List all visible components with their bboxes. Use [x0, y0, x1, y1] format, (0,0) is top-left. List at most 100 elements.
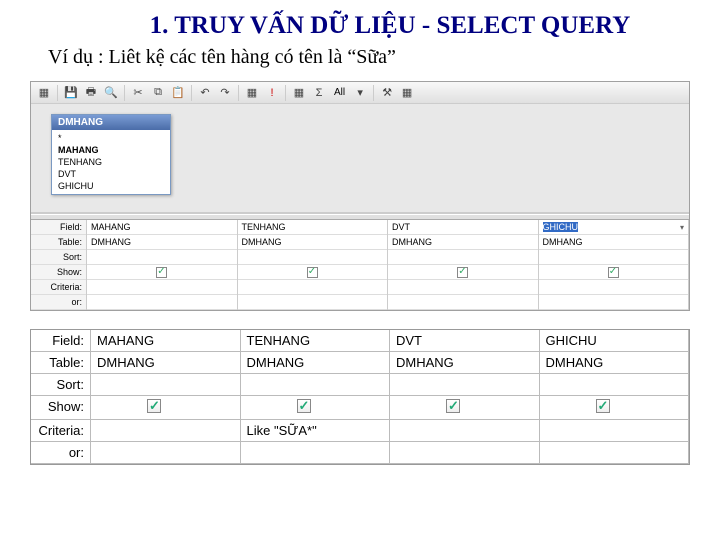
cell-table[interactable]: DMHANG [87, 235, 237, 250]
field-star[interactable]: * [52, 132, 170, 144]
cell-or[interactable] [238, 295, 388, 310]
slide-title: 1. TRUY VẤN DỮ LIỆU - SELECT QUERY [0, 0, 720, 44]
cell-field[interactable]: GHICHU▾ [539, 220, 689, 235]
cell-or[interactable] [87, 295, 237, 310]
big-cell-or-1[interactable] [241, 442, 391, 464]
cell-table[interactable]: DMHANG [539, 235, 689, 250]
dbwindow-icon[interactable]: ▦ [398, 84, 416, 102]
big-cell-field-1[interactable]: TENHANG [241, 330, 391, 352]
big-cell-or-0[interactable] [91, 442, 241, 464]
show-checkbox[interactable] [608, 267, 619, 278]
copy-icon[interactable]: ⧉ [149, 84, 167, 102]
cell-show[interactable] [238, 265, 388, 280]
show-checkbox[interactable] [297, 399, 311, 413]
big-cell-criteria-2[interactable] [390, 420, 540, 442]
totals-icon[interactable]: Σ [310, 84, 328, 102]
cell-show[interactable] [539, 265, 689, 280]
cut-icon[interactable]: ✂ [129, 84, 147, 102]
cell-criteria[interactable] [539, 280, 689, 295]
big-cell-criteria-3[interactable] [540, 420, 690, 442]
undo-icon[interactable]: ↶ [196, 84, 214, 102]
scope-dropdown[interactable]: All [330, 87, 349, 98]
print-icon[interactable]: 🖶 [82, 84, 100, 102]
show-checkbox[interactable] [596, 399, 610, 413]
cell-criteria[interactable] [238, 280, 388, 295]
cell-sort[interactable] [238, 250, 388, 265]
big-grid-row-or: or: [31, 442, 689, 464]
run-icon[interactable]: ! [263, 84, 281, 102]
cell-field[interactable]: DVT [388, 220, 538, 235]
big-cell-table-0[interactable]: DMHANG [91, 352, 241, 374]
show-checkbox[interactable] [457, 267, 468, 278]
label-field: Field: [31, 220, 86, 235]
table-fields-list[interactable]: * MAHANG TENHANG DVT GHICHU [52, 130, 170, 194]
big-cell-table-2[interactable]: DMHANG [390, 352, 540, 374]
big-cell-criteria-0[interactable] [91, 420, 241, 442]
showtable-icon[interactable]: ▦ [290, 84, 308, 102]
grid-col-2[interactable]: DVTDMHANG [388, 220, 539, 310]
big-cell-sort-0[interactable] [91, 374, 241, 396]
paste-icon[interactable]: 📋 [169, 84, 187, 102]
cell-criteria[interactable] [388, 280, 538, 295]
big-cell-show-3[interactable] [540, 396, 690, 420]
big-label-field: Field: [31, 330, 91, 352]
field-ghichu[interactable]: GHICHU [52, 180, 170, 192]
big-label-sort: Sort: [31, 374, 91, 396]
big-label-show: Show: [31, 396, 91, 420]
cell-sort[interactable] [388, 250, 538, 265]
big-cell-table-3[interactable]: DMHANG [540, 352, 690, 374]
cell-show[interactable] [388, 265, 538, 280]
show-checkbox[interactable] [446, 399, 460, 413]
big-cell-sort-3[interactable] [540, 374, 690, 396]
big-cell-or-2[interactable] [390, 442, 540, 464]
save-icon[interactable]: 💾 [62, 84, 80, 102]
tables-pane[interactable]: DMHANG * MAHANG TENHANG DVT GHICHU [31, 104, 689, 214]
show-checkbox[interactable] [147, 399, 161, 413]
querytype-icon[interactable]: ▦ [243, 84, 261, 102]
view-button[interactable]: ▦ [35, 84, 53, 102]
grid-col-3[interactable]: GHICHU▾DMHANG [539, 220, 690, 310]
show-checkbox[interactable] [307, 267, 318, 278]
big-cell-show-2[interactable] [390, 396, 540, 420]
big-label-criteria: Criteria: [31, 420, 91, 442]
big-cell-criteria-1[interactable]: Like "SỮA*" [241, 420, 391, 442]
label-or: or: [31, 295, 86, 310]
preview-icon[interactable]: 🔍 [102, 84, 120, 102]
cell-field[interactable]: MAHANG [87, 220, 237, 235]
cell-criteria[interactable] [87, 280, 237, 295]
field-mahang[interactable]: MAHANG [52, 144, 170, 156]
cell-sort[interactable] [539, 250, 689, 265]
big-cell-or-3[interactable] [540, 442, 690, 464]
cell-show[interactable] [87, 265, 237, 280]
label-table: Table: [31, 235, 86, 250]
qbe-grid-large: Field:MAHANGTENHANGDVTGHICHUTable:DMHANG… [30, 329, 690, 465]
big-cell-show-0[interactable] [91, 396, 241, 420]
big-cell-table-1[interactable]: DMHANG [241, 352, 391, 374]
grid-col-0[interactable]: MAHANGDMHANG [87, 220, 238, 310]
cell-or[interactable] [539, 295, 689, 310]
qbe-grid-small: Field: Table: Sort: Show: Criteria: or: … [31, 220, 689, 310]
grid-col-1[interactable]: TENHANGDMHANG [238, 220, 389, 310]
cell-table[interactable]: DMHANG [238, 235, 388, 250]
cell-field[interactable]: TENHANG [238, 220, 388, 235]
cell-sort[interactable] [87, 250, 237, 265]
cell-table[interactable]: DMHANG [388, 235, 538, 250]
table-title: DMHANG [52, 115, 170, 130]
field-dvt[interactable]: DVT [52, 168, 170, 180]
dropdown-arrow-icon[interactable]: ▾ [351, 84, 369, 102]
big-cell-field-3[interactable]: GHICHU [540, 330, 690, 352]
big-grid-row-sort: Sort: [31, 374, 689, 396]
field-tenhang[interactable]: TENHANG [52, 156, 170, 168]
big-cell-sort-1[interactable] [241, 374, 391, 396]
builder-icon[interactable]: ⚒ [378, 84, 396, 102]
big-cell-show-1[interactable] [241, 396, 391, 420]
big-grid-row-table: Table:DMHANGDMHANGDMHANGDMHANG [31, 352, 689, 374]
show-checkbox[interactable] [156, 267, 167, 278]
big-cell-field-2[interactable]: DVT [390, 330, 540, 352]
redo-icon[interactable]: ↷ [216, 84, 234, 102]
table-dmhang[interactable]: DMHANG * MAHANG TENHANG DVT GHICHU [51, 114, 171, 195]
cell-or[interactable] [388, 295, 538, 310]
slide: 1. TRUY VẤN DỮ LIỆU - SELECT QUERY Ví dụ… [0, 0, 720, 540]
big-cell-field-0[interactable]: MAHANG [91, 330, 241, 352]
big-cell-sort-2[interactable] [390, 374, 540, 396]
